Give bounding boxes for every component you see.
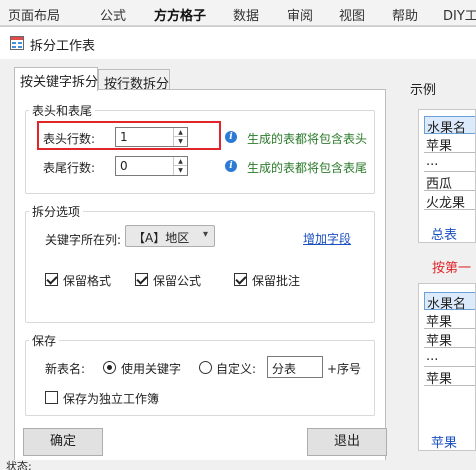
info-icon: i: [225, 160, 237, 172]
example-caption: 按第一: [432, 261, 472, 276]
example-cell: ...: [424, 154, 475, 172]
exit-button[interactable]: 退出: [307, 428, 387, 456]
example-cell: 苹果: [424, 330, 475, 349]
keep-comment-label: 保留批注: [252, 274, 301, 288]
dialog-title: 拆分工作表: [30, 39, 96, 54]
example-cell: 苹果: [424, 368, 475, 387]
chevron-down-icon: ▾: [202, 229, 208, 240]
stepper-arrows: ▲ ▼: [173, 157, 187, 175]
tab-split-by-keyword[interactable]: 按关键字拆分: [14, 67, 98, 91]
suffix-label: +序号: [327, 362, 362, 376]
example-cell: 苹果: [424, 135, 475, 154]
stepper-down-icon[interactable]: ▼: [174, 166, 187, 175]
use-keyword-radio[interactable]: [103, 361, 116, 374]
example-cell: ...: [424, 349, 475, 367]
tab-split-by-rows[interactable]: 按行数拆分: [98, 69, 170, 92]
footer-rows-value: 0: [120, 159, 128, 173]
ribbon-tab-fangfang[interactable]: 方方格子: [154, 5, 206, 24]
example-sheet-tab-total: 总表: [431, 228, 458, 243]
use-keyword-label: 使用关键字: [121, 362, 182, 376]
header-hint: 生成的表都将包含表头: [247, 132, 368, 146]
footer-hint: 生成的表都将包含表尾: [247, 161, 368, 175]
group-split-options-label: 拆分选项: [29, 203, 84, 220]
highlight-box: [37, 121, 221, 150]
independent-workbook-checkbox[interactable]: [45, 391, 58, 404]
keep-formula-checkbox[interactable]: [135, 273, 148, 286]
split-sheet-dialog: 拆分工作表 按关键字拆分 按行数拆分 表头和表尾 表头行数: 1 ▲ ▼ i 生…: [0, 26, 476, 470]
custom-name-label: 自定义:: [216, 362, 257, 376]
dialog-titlebar: 拆分工作表: [0, 27, 476, 59]
example-cell: 火龙果: [424, 192, 475, 211]
add-field-link[interactable]: 增加字段: [303, 230, 351, 247]
custom-name-input[interactable]: 分表: [267, 356, 323, 378]
footer-rows-stepper[interactable]: 0 ▲ ▼: [115, 156, 188, 176]
example-sheet-tab-apple: 苹果: [431, 436, 458, 451]
keep-formula-label: 保留公式: [153, 274, 202, 288]
group-save-label: 保存: [29, 332, 60, 349]
new-name-label: 新表名:: [45, 362, 86, 376]
footer-rows-label: 表尾行数:: [43, 161, 96, 175]
ribbon: 页面布局 公式 方方格子 数据 审阅 视图 帮助 DIY工: [0, 0, 476, 26]
example-table-total: 水果名 苹果 ... 西瓜 火龙果 总表: [418, 109, 476, 243]
example-cell: 水果名: [424, 292, 475, 312]
example-cell: 苹果: [424, 311, 475, 330]
group-header-footer-label: 表头和表尾: [29, 102, 96, 119]
status-label: 状态:: [6, 460, 32, 470]
independent-workbook-label: 保存为独立工作簿: [63, 392, 160, 406]
tab-split-by-keyword-label: 按关键字拆分: [20, 75, 99, 90]
ribbon-tab-review[interactable]: 审阅: [287, 5, 313, 24]
keep-comment-checkbox[interactable]: [234, 273, 247, 286]
info-icon: i: [225, 131, 237, 143]
ribbon-tab-diy[interactable]: DIY工: [443, 5, 476, 24]
example-label: 示例: [410, 83, 437, 98]
keep-format-label: 保留格式: [63, 274, 112, 288]
tab-panel: 表头和表尾 表头行数: 1 ▲ ▼ i 生成的表都将包含表头 表尾行数: 0 ▲…: [14, 89, 387, 470]
ribbon-tab-view[interactable]: 视图: [339, 5, 365, 24]
stepper-up-icon[interactable]: ▲: [174, 157, 187, 166]
ribbon-tab-page-layout[interactable]: 页面布局: [8, 5, 60, 24]
keyword-col-value: 【A】地区: [133, 231, 190, 245]
keyword-col-label: 关键字所在列:: [45, 233, 122, 247]
keep-format-checkbox[interactable]: [45, 273, 58, 286]
status-bar: 状态:: [0, 460, 476, 470]
example-table-apple: 水果名 苹果 苹果 ... 苹果 苹果: [418, 283, 476, 451]
app-icon: [10, 36, 24, 50]
ribbon-tab-formulas[interactable]: 公式: [100, 5, 126, 24]
keyword-col-select[interactable]: 【A】地区 ▾: [125, 225, 215, 247]
example-cell: 水果名: [424, 116, 475, 136]
custom-name-value: 分表: [272, 362, 297, 376]
ribbon-tab-data[interactable]: 数据: [233, 5, 259, 24]
ribbon-tab-help[interactable]: 帮助: [392, 5, 418, 24]
custom-name-radio[interactable]: [199, 361, 212, 374]
example-cell: 西瓜: [424, 173, 475, 192]
ok-button[interactable]: 确定: [23, 428, 103, 456]
